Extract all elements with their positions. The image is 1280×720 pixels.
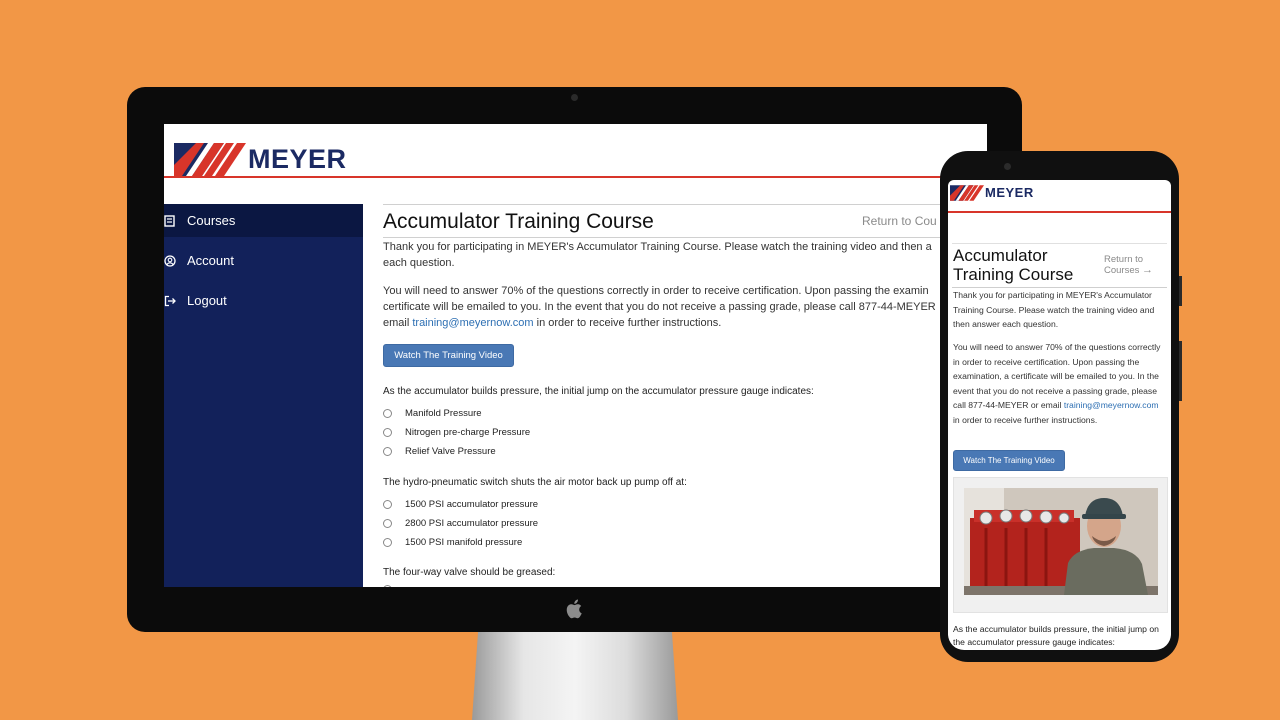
answer-option[interactable] — [383, 585, 405, 587]
email-link[interactable]: training@meyernow.com — [412, 317, 533, 329]
page-title: Accumulator Training Course — [953, 246, 1074, 284]
arrow-right-icon: → — [1142, 264, 1154, 276]
divider — [383, 204, 987, 205]
answer-option[interactable]: 1500 PSI accumulator pressure — [383, 499, 538, 510]
intro-text: Thank you for participating in MEYER's A… — [953, 290, 1155, 329]
answer-option[interactable]: 1500 PSI manifold pressure — [383, 537, 522, 548]
question-1: As the accumulator builds pressure, the … — [383, 386, 814, 397]
meyer-stripes-icon — [174, 143, 246, 176]
phone-camera — [1004, 163, 1011, 170]
desktop-monitor: MEYER Courses Account Logout Accumulator… — [127, 87, 1022, 632]
intro-text: Thank you for participating in MEYER's A… — [383, 241, 932, 269]
video-thumbnail[interactable] — [964, 488, 1158, 595]
meyer-logo[interactable]: MEYER — [950, 185, 1034, 201]
return-to-courses-link[interactable]: Return to Courses → — [1104, 254, 1166, 276]
meyer-stripes-icon — [950, 185, 984, 201]
user-circle-icon — [164, 254, 178, 268]
sidebar-item-account[interactable]: Account — [164, 244, 363, 277]
mobile-phone: MEYER Accumulator Training Course Return… — [940, 151, 1182, 662]
logout-icon — [164, 294, 178, 308]
email-link[interactable]: training@meyernow.com — [1064, 400, 1159, 410]
question-3: The four-way valve should be greased: — [383, 567, 556, 578]
apple-logo-icon — [566, 599, 582, 619]
phone-side-button — [1179, 341, 1182, 401]
radio-button[interactable] — [383, 500, 392, 509]
site-header: MEYER — [164, 124, 987, 178]
radio-button[interactable] — [383, 519, 392, 528]
page-title: Accumulator Training Course — [383, 210, 654, 233]
radio-button[interactable] — [383, 409, 392, 418]
logo-text: MEYER — [985, 185, 1034, 200]
training-video-thumbnail-icon — [964, 488, 1158, 595]
watch-video-button[interactable]: Watch The Training Video — [383, 344, 514, 367]
question-2: The hydro-pneumatic switch shuts the air… — [383, 477, 687, 488]
video-player[interactable] — [953, 477, 1168, 613]
watch-video-button[interactable]: Watch The Training Video — [953, 450, 1065, 471]
divider — [952, 243, 1167, 244]
answer-option[interactable]: Relief Valve Pressure — [383, 446, 496, 457]
radio-button[interactable] — [383, 585, 392, 587]
monitor-stand — [472, 630, 678, 720]
phone-side-button — [1179, 276, 1182, 306]
desktop-screen: MEYER Courses Account Logout Accumulator… — [164, 124, 987, 587]
requirements-text: You will need to answer 70% of the quest… — [953, 342, 1161, 425]
question-1: As the accumulator builds pressure, the … — [953, 624, 1159, 647]
return-to-courses-link[interactable]: Return to Cou — [862, 214, 937, 228]
sidebar: Courses Account Logout — [164, 204, 363, 587]
mobile-header: MEYER — [948, 180, 1171, 213]
divider — [383, 237, 987, 238]
sidebar-item-label: Account — [187, 253, 234, 268]
mobile-screen: MEYER Accumulator Training Course Return… — [948, 180, 1171, 650]
requirements-text: You will need to answer 70% of the quest… — [383, 285, 936, 329]
answer-option[interactable]: Nitrogen pre-charge Pressure — [383, 427, 530, 438]
radio-button[interactable] — [383, 428, 392, 437]
sidebar-item-label: Courses — [187, 213, 236, 228]
answer-option[interactable]: Manifold Pressure — [383, 408, 482, 419]
sidebar-item-label: Logout — [187, 293, 227, 308]
sidebar-item-logout[interactable]: Logout — [164, 284, 363, 317]
logo-text: MEYER — [248, 144, 347, 174]
answer-option[interactable]: 2800 PSI accumulator pressure — [383, 518, 538, 529]
radio-button[interactable] — [383, 447, 392, 456]
book-icon — [164, 214, 178, 228]
sidebar-item-courses[interactable]: Courses — [164, 204, 363, 237]
radio-button[interactable] — [383, 538, 392, 547]
meyer-logo[interactable]: MEYER — [174, 143, 347, 176]
monitor-camera — [571, 94, 578, 101]
